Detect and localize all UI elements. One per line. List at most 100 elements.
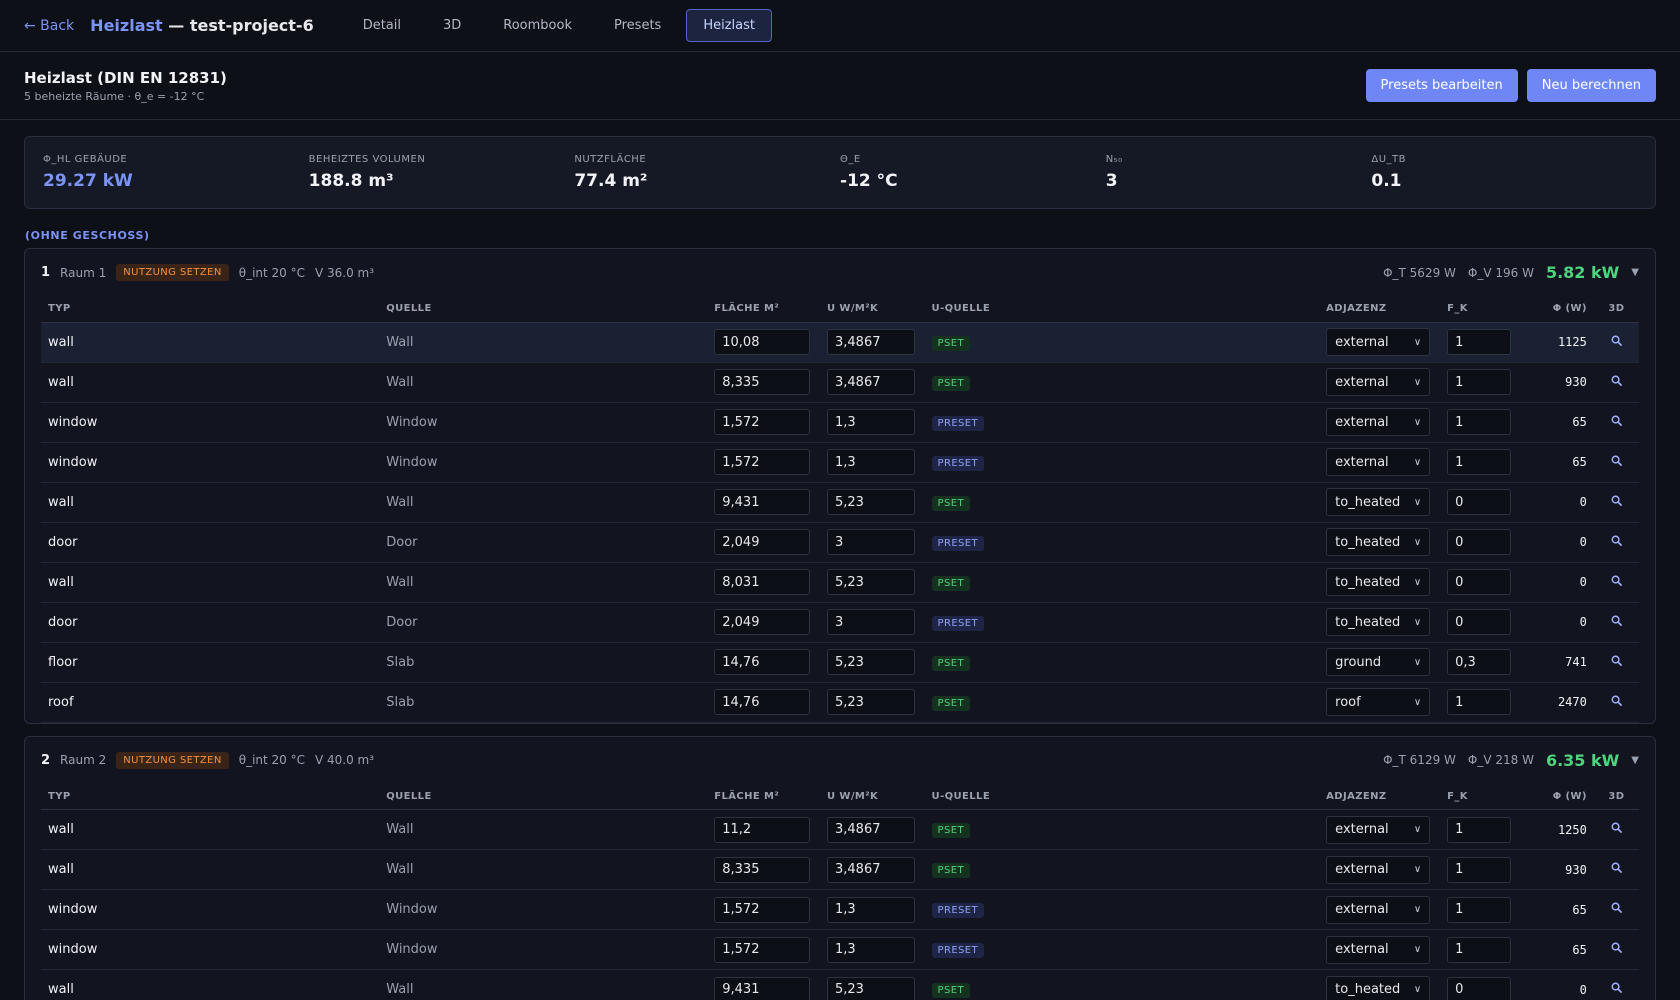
back-link[interactable]: ← Back	[24, 18, 74, 34]
area-input[interactable]	[714, 569, 811, 595]
area-input[interactable]	[714, 489, 811, 515]
fk-input[interactable]	[1447, 936, 1512, 963]
table-row[interactable]: wallWall PSET to_heated ∨ 0	[41, 562, 1639, 603]
adjacency-select[interactable]: to_heated ∨	[1326, 975, 1431, 1000]
set-usage-badge[interactable]: NUTZUNG SETZEN	[116, 751, 229, 769]
area-input[interactable]	[714, 816, 811, 843]
adjacency-select[interactable]: roof ∨	[1326, 688, 1431, 716]
fk-input[interactable]	[1447, 896, 1512, 923]
magnifier-icon[interactable]	[1611, 902, 1622, 916]
magnifier-icon[interactable]	[1611, 575, 1622, 589]
adjacency-select[interactable]: to_heated ∨	[1326, 528, 1431, 556]
u-value-input[interactable]	[827, 449, 915, 475]
u-value-input[interactable]	[827, 489, 915, 515]
magnifier-icon[interactable]	[1611, 415, 1622, 429]
magnifier-icon[interactable]	[1611, 535, 1622, 549]
u-value-input[interactable]	[827, 329, 915, 355]
u-value-input[interactable]	[827, 896, 915, 923]
area-input[interactable]	[714, 609, 811, 635]
area-input[interactable]	[714, 649, 811, 675]
table-row[interactable]: wallWall PSET to_heated ∨ 0	[41, 969, 1639, 1000]
set-usage-badge[interactable]: NUTZUNG SETZEN	[116, 264, 229, 281]
chevron-down-icon[interactable]: ▼	[1631, 267, 1639, 278]
table-row[interactable]: wallWall PSET external ∨ 930	[41, 362, 1639, 403]
magnifier-icon[interactable]	[1611, 615, 1622, 629]
adjacency-select[interactable]: external ∨	[1326, 895, 1431, 924]
adjacency-select[interactable]: external ∨	[1326, 408, 1431, 436]
u-value-input[interactable]	[827, 409, 915, 435]
adjacency-select[interactable]: external ∨	[1326, 815, 1431, 844]
adjacency-select[interactable]: external ∨	[1326, 328, 1431, 356]
adjacency-select[interactable]: to_heated ∨	[1326, 608, 1431, 636]
magnifier-icon[interactable]	[1611, 375, 1622, 389]
magnifier-icon[interactable]	[1611, 655, 1622, 669]
table-row[interactable]: windowWindow PRESET external ∨ 65	[41, 929, 1639, 970]
fk-input[interactable]	[1447, 369, 1512, 395]
table-row[interactable]: windowWindow PRESET external ∨ 65	[41, 889, 1639, 930]
adjacency-select[interactable]: ground ∨	[1326, 648, 1431, 676]
tab-detail[interactable]: Detail	[346, 9, 418, 42]
table-row[interactable]: windowWindow PRESET external ∨ 65	[41, 442, 1639, 483]
table-row[interactable]: roofSlabPSETroof∨2470	[41, 682, 1639, 723]
u-value-input[interactable]	[827, 569, 915, 595]
u-value-input[interactable]	[827, 529, 915, 555]
area-input[interactable]	[714, 369, 811, 395]
fk-input[interactable]	[1447, 569, 1512, 595]
u-value-input[interactable]	[827, 976, 915, 1000]
area-input[interactable]	[714, 409, 811, 435]
u-value-input[interactable]	[827, 609, 915, 635]
room-header[interactable]: 2 Raum 2 NUTZUNG SETZEN θ_int 20 °C V 40.0 m…	[41, 737, 1639, 784]
magnifier-icon[interactable]	[1611, 695, 1622, 709]
room-header[interactable]: 1 Raum 1 NUTZUNG SETZEN θ_int 20 °C V 36.0 m…	[41, 249, 1639, 296]
magnifier-icon[interactable]	[1611, 942, 1622, 956]
magnifier-icon[interactable]	[1611, 455, 1622, 469]
area-input[interactable]	[714, 689, 811, 715]
adjacency-select[interactable]: to_heated ∨	[1326, 568, 1431, 596]
fk-input[interactable]	[1447, 856, 1512, 883]
tab-presets[interactable]: Presets	[597, 9, 678, 42]
u-value-input[interactable]	[827, 649, 915, 675]
tab-3d[interactable]: 3D	[426, 9, 478, 42]
recalculate-button[interactable]: Neu berechnen	[1526, 69, 1656, 102]
u-value-input[interactable]	[827, 856, 915, 883]
u-value-input[interactable]	[827, 936, 915, 963]
fk-input[interactable]	[1447, 689, 1512, 715]
fk-input[interactable]	[1447, 976, 1512, 1000]
fk-input[interactable]	[1447, 489, 1512, 515]
table-row[interactable]: floorSlab PSET ground ∨ 741	[41, 642, 1639, 683]
table-row[interactable]: wallWall PSET external ∨ 1250	[41, 809, 1639, 850]
u-value-input[interactable]	[827, 816, 915, 843]
fk-input[interactable]	[1447, 409, 1512, 435]
area-input[interactable]	[714, 856, 811, 883]
fk-input[interactable]	[1447, 649, 1512, 675]
area-input[interactable]	[714, 936, 811, 963]
area-input[interactable]	[714, 529, 811, 555]
adjacency-select[interactable]: external ∨	[1326, 935, 1431, 964]
fk-input[interactable]	[1447, 329, 1512, 355]
tab-heizlast[interactable]: Heizlast	[686, 9, 772, 42]
fk-input[interactable]	[1447, 449, 1512, 475]
adjacency-select[interactable]: to_heated ∨	[1326, 488, 1431, 516]
magnifier-icon[interactable]	[1611, 862, 1622, 876]
area-input[interactable]	[714, 449, 811, 475]
magnifier-icon[interactable]	[1611, 495, 1622, 509]
u-value-input[interactable]	[827, 369, 915, 395]
edit-presets-button[interactable]: Presets bearbeiten	[1365, 69, 1518, 102]
area-input[interactable]	[714, 896, 811, 923]
adjacency-select[interactable]: external ∨	[1326, 448, 1431, 476]
table-row[interactable]: wallWall PSET external ∨ 1125	[41, 322, 1639, 363]
magnifier-icon[interactable]	[1611, 335, 1622, 349]
magnifier-icon[interactable]	[1611, 822, 1622, 836]
fk-input[interactable]	[1447, 529, 1512, 555]
area-input[interactable]	[714, 976, 811, 1000]
table-row[interactable]: wallWall PSET external ∨ 930	[41, 849, 1639, 890]
magnifier-icon[interactable]	[1611, 982, 1622, 996]
table-row[interactable]: doorDoor PRESET to_heated ∨ 0	[41, 522, 1639, 563]
table-row[interactable]: windowWindow PRESET external ∨ 65	[41, 402, 1639, 443]
adjacency-select[interactable]: external ∨	[1326, 368, 1431, 396]
fk-input[interactable]	[1447, 816, 1512, 843]
fk-input[interactable]	[1447, 609, 1512, 635]
area-input[interactable]	[714, 329, 811, 355]
chevron-down-icon[interactable]: ▼	[1631, 755, 1639, 766]
u-value-input[interactable]	[827, 689, 915, 715]
